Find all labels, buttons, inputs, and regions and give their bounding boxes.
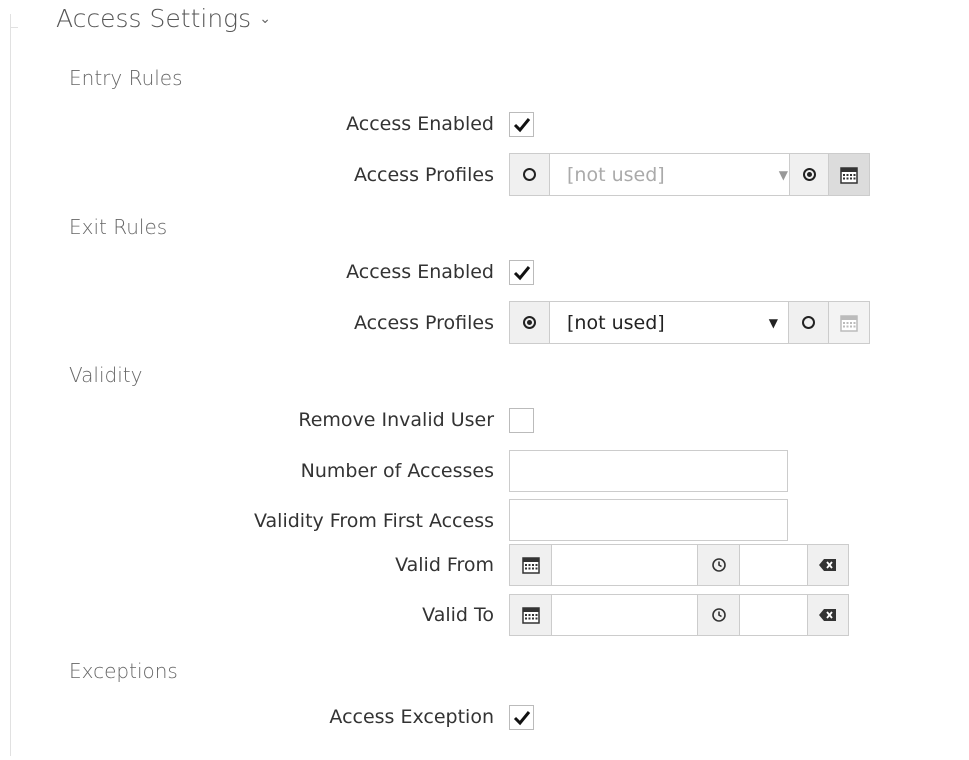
section-entry-rules: Entry Rules <box>69 66 183 90</box>
valid-to-control <box>509 594 849 636</box>
number-of-accesses-label: Number of Accesses <box>300 460 494 482</box>
chevron-down-icon: ⌄ <box>259 11 271 27</box>
exit-profile-calendar-button[interactable] <box>829 302 869 343</box>
group-bracket <box>10 14 11 756</box>
backspace-clear-icon <box>819 559 836 571</box>
entry-access-profiles-label: Access Profiles <box>353 164 494 186</box>
entry-access-enabled-label: Access Enabled <box>346 113 494 135</box>
calendar-icon <box>521 607 540 624</box>
entry-access-profiles-control: [not used] ▼ <box>509 153 870 196</box>
valid-from-control <box>509 544 849 586</box>
caret-down-icon: ▼ <box>778 167 788 182</box>
caret-down-icon: ▼ <box>768 315 778 330</box>
valid-from-time-input[interactable] <box>740 545 808 585</box>
calendar-icon <box>840 314 858 332</box>
remove-invalid-user-checkbox[interactable] <box>509 408 534 433</box>
remove-invalid-user-label: Remove Invalid User <box>298 409 494 431</box>
radio-icon <box>802 316 815 329</box>
exit-access-profiles-control: [not used] ▼ <box>509 301 870 344</box>
valid-from-date-input[interactable] <box>552 545 698 585</box>
valid-from-calendar-button[interactable] <box>510 545 552 585</box>
valid-to-date-input[interactable] <box>552 595 698 635</box>
section-exit-rules: Exit Rules <box>69 215 168 239</box>
radio-icon <box>523 316 536 329</box>
valid-from-clear-button[interactable] <box>808 545 848 585</box>
entry-access-enabled-checkbox[interactable] <box>509 112 534 137</box>
section-header-access-settings[interactable]: Access Settings ⌄ <box>56 4 271 33</box>
entry-profile-calendar-radio[interactable] <box>789 154 829 195</box>
validity-from-first-access-input[interactable] <box>509 499 788 541</box>
calendar-icon <box>521 557 540 574</box>
entry-profile-list-radio[interactable] <box>510 154 550 195</box>
exit-access-profiles-label: Access Profiles <box>353 312 494 334</box>
access-exception-checkbox[interactable] <box>509 705 534 730</box>
backspace-clear-icon <box>819 609 836 621</box>
number-of-accesses-input[interactable] <box>509 450 788 492</box>
exit-profile-list-radio[interactable] <box>510 302 550 343</box>
calendar-icon <box>840 166 858 184</box>
valid-to-time-input[interactable] <box>740 595 808 635</box>
entry-access-profiles-value: [not used] <box>567 163 665 186</box>
radio-icon <box>523 168 536 181</box>
check-icon <box>513 118 531 133</box>
group-bracket-tick <box>10 27 18 28</box>
section-validity: Validity <box>69 363 143 387</box>
validity-from-first-access-label: Validity From First Access <box>254 510 494 532</box>
exit-access-profiles-value: [not used] <box>567 311 665 334</box>
valid-to-label: Valid To <box>422 604 494 626</box>
exit-profile-calendar-radio[interactable] <box>789 302 829 343</box>
clock-icon <box>711 558 726 572</box>
clock-icon <box>711 608 726 622</box>
exit-access-profiles-select[interactable]: [not used] ▼ <box>550 302 789 343</box>
exit-access-enabled-checkbox[interactable] <box>509 260 534 285</box>
entry-profile-calendar-button[interactable] <box>829 154 869 195</box>
section-exceptions: Exceptions <box>69 659 178 683</box>
exit-access-enabled-label: Access Enabled <box>346 261 494 283</box>
entry-access-profiles-select[interactable]: [not used] ▼ <box>550 154 798 195</box>
valid-to-clear-button[interactable] <box>808 595 848 635</box>
page-title: Access Settings <box>56 4 252 33</box>
check-icon <box>513 711 531 726</box>
check-icon <box>513 266 531 281</box>
valid-from-time-button[interactable] <box>698 545 740 585</box>
valid-from-label: Valid From <box>395 554 494 576</box>
valid-to-calendar-button[interactable] <box>510 595 552 635</box>
valid-to-time-button[interactable] <box>698 595 740 635</box>
access-exception-label: Access Exception <box>329 706 494 728</box>
radio-icon <box>802 168 816 181</box>
